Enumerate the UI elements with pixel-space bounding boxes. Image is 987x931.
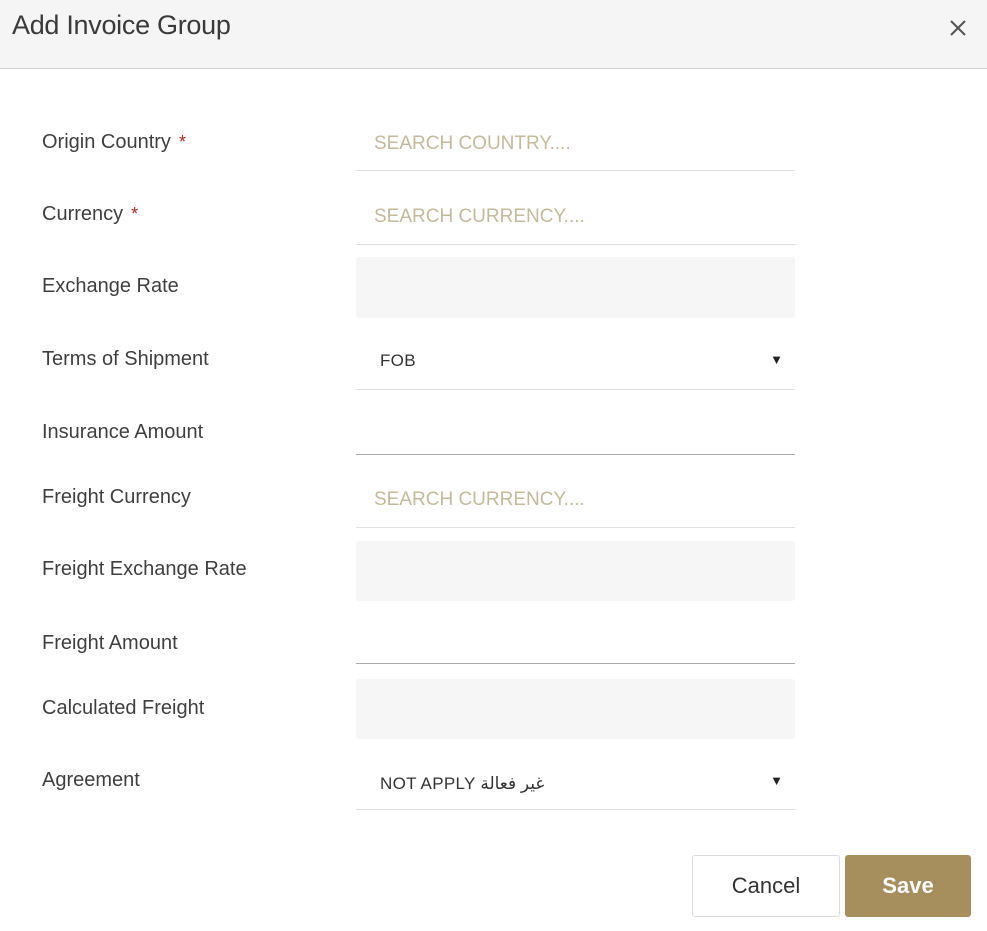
- currency-label: Currency *: [42, 203, 138, 226]
- required-mark: *: [178, 132, 186, 152]
- agreement-value: NOT APPLY غير فعالة: [380, 774, 545, 793]
- origin-country-field[interactable]: [356, 117, 795, 171]
- required-mark: *: [131, 204, 139, 224]
- terms-of-shipment-select[interactable]: FOB ▼: [356, 333, 795, 390]
- freight-amount-field[interactable]: [356, 612, 795, 664]
- freight-currency-input[interactable]: [356, 473, 795, 527]
- freight-amount-input[interactable]: [356, 612, 795, 663]
- exchange-rate-label: Exchange Rate: [42, 275, 179, 297]
- modal-header: Add Invoice Group: [0, 0, 987, 69]
- close-icon: [950, 20, 966, 36]
- calculated-freight-field: [356, 679, 795, 739]
- exchange-rate-input: [356, 257, 795, 318]
- currency-label-text: Currency: [42, 203, 124, 225]
- terms-of-shipment-value: FOB: [380, 351, 416, 370]
- origin-country-label: Origin Country *: [42, 131, 186, 154]
- origin-country-input[interactable]: [356, 117, 795, 170]
- close-button[interactable]: [943, 13, 973, 43]
- exchange-rate-field: [356, 257, 795, 318]
- insurance-amount-field[interactable]: [356, 402, 795, 455]
- terms-of-shipment-label: Terms of Shipment: [42, 348, 209, 370]
- save-button[interactable]: Save: [845, 855, 971, 917]
- chevron-down-icon: ▼: [770, 352, 783, 367]
- currency-field[interactable]: [356, 190, 795, 245]
- freight-exchange-rate-label: Freight Exchange Rate: [42, 558, 247, 580]
- origin-country-label-text: Origin Country: [42, 131, 171, 153]
- insurance-amount-input[interactable]: [356, 402, 795, 454]
- freight-currency-field[interactable]: [356, 473, 795, 528]
- agreement-select[interactable]: NOT APPLY غير فعالة ▼: [356, 754, 795, 810]
- freight-amount-label: Freight Amount: [42, 632, 178, 654]
- modal-title: Add Invoice Group: [12, 10, 231, 40]
- add-invoice-group-modal: Add Invoice Group Origin Country * Curren…: [0, 0, 987, 931]
- chevron-down-icon: ▼: [770, 773, 783, 788]
- insurance-amount-label: Insurance Amount: [42, 421, 204, 443]
- currency-input[interactable]: [356, 190, 795, 244]
- calculated-freight-label: Calculated Freight: [42, 697, 205, 719]
- freight-currency-label: Freight Currency: [42, 486, 191, 508]
- freight-exchange-rate-field: [356, 541, 795, 601]
- calculated-freight-input: [356, 679, 795, 739]
- agreement-label: Agreement: [42, 769, 140, 791]
- cancel-button[interactable]: Cancel: [692, 855, 840, 917]
- freight-exchange-rate-input: [356, 541, 795, 601]
